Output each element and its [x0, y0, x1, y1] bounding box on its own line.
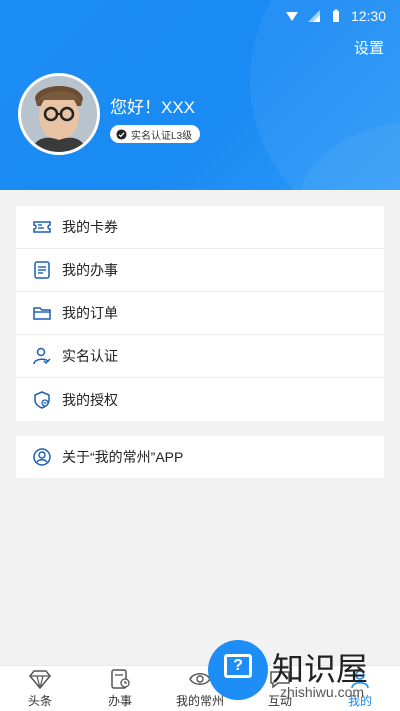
folder-icon: [33, 307, 51, 320]
menu-item-verification[interactable]: 实名认证: [16, 335, 384, 378]
avatar-photo: [21, 76, 97, 152]
menu-item-label: 关于“我的常州”APP: [62, 449, 184, 465]
tab-label: 办事: [107, 694, 132, 708]
user-circle-icon: [33, 448, 51, 466]
check-circle-icon: [116, 128, 127, 140]
diamond-icon: [29, 670, 51, 690]
menu-item-label: 我的办事: [62, 262, 118, 278]
status-bar: 12:30: [285, 8, 386, 24]
shield-icon: [34, 390, 50, 409]
tab-headlines[interactable]: 头条: [0, 666, 80, 711]
wifi-icon: [285, 12, 298, 21]
about-card: 关于“我的常州”APP: [16, 436, 384, 478]
document-icon: [34, 261, 50, 279]
settings-button[interactable]: 设置: [354, 37, 384, 58]
watermark-question-icon: ?: [224, 654, 252, 678]
tab-label: 头条: [27, 694, 52, 708]
watermark: ? 知识屋 zhishiwu.com: [200, 640, 400, 711]
menu-item-label: 实名认证: [62, 348, 118, 364]
profile-header: 12:30 设置 您好！XXX 实名认证L3级: [0, 0, 400, 190]
user-check-icon: [33, 347, 51, 365]
menu-item-label: 我的授权: [62, 391, 118, 408]
verification-badge: 实名认证L3级: [110, 125, 201, 143]
signal-icon: [307, 10, 320, 22]
verification-label: 实名认证L3级: [131, 130, 193, 142]
menu-card: 我的卡券 我的办事 我的订单 实名认证 我的授权: [16, 206, 384, 421]
menu-item-label: 我的卡券: [62, 219, 118, 235]
menu-item-orders[interactable]: 我的订单: [16, 292, 384, 335]
tab-services[interactable]: 办事: [80, 666, 160, 711]
menu-item-authorization[interactable]: 我的授权: [16, 378, 384, 421]
ticket-icon: [33, 221, 51, 233]
menu-item-coupons[interactable]: 我的卡券: [16, 206, 384, 249]
greeting-text: 您好！XXX: [110, 98, 196, 117]
watermark-site: zhishiwu.com: [280, 684, 365, 700]
menu-item-label: 我的订单: [62, 305, 118, 321]
clipboard-clock-icon: [111, 669, 130, 689]
status-time: 12:30: [350, 8, 386, 24]
avatar[interactable]: [18, 73, 100, 155]
battery-icon: [332, 9, 339, 22]
menu-item-services[interactable]: 我的办事: [16, 249, 384, 292]
menu-item-about[interactable]: 关于“我的常州”APP: [16, 436, 384, 478]
